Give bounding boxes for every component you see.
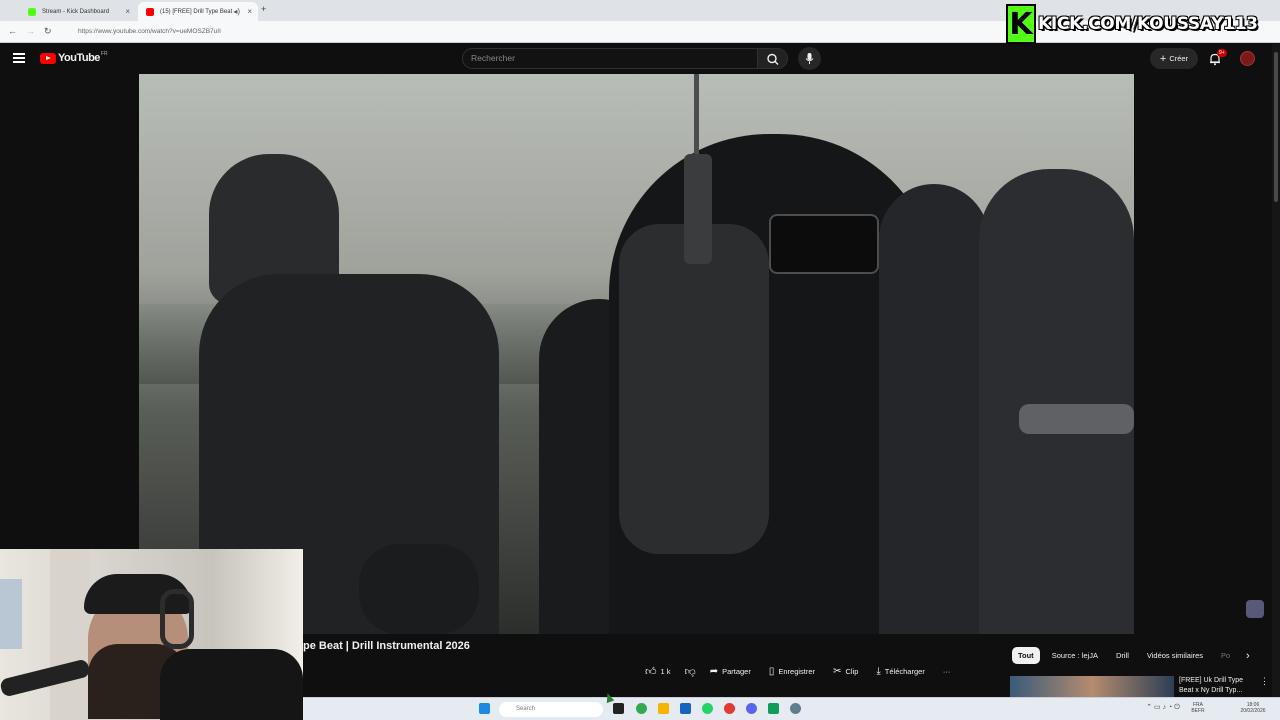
windows-taskbar: Search ⌃ ▭ ♪ ◔ ⏻ FRA BEFR 18:06 20/02/20… bbox=[303, 697, 1280, 720]
clip-label: Clip bbox=[845, 667, 859, 676]
region-code: FR bbox=[100, 51, 108, 57]
download-icon: ⤓ bbox=[876, 666, 881, 677]
clock[interactable]: 18:06 20/02/2026 bbox=[1233, 702, 1273, 714]
download-label: Télécharger bbox=[884, 667, 925, 676]
save-button[interactable]: ▯ Enregistrer bbox=[769, 666, 815, 677]
thumbs-up-icon: 👍︎ bbox=[645, 666, 657, 678]
search-input[interactable]: Rechercher bbox=[462, 48, 758, 69]
url-field[interactable]: https://www.youtube.com/watch?v=ueMOSZB7… bbox=[66, 24, 526, 40]
like-button[interactable]: 👍︎ 1 k bbox=[645, 665, 671, 678]
app-icon[interactable] bbox=[768, 703, 779, 714]
tab-label: (15) [FREE] Drill Type Beat bbox=[160, 8, 233, 15]
tab-kick-dashboard[interactable]: Stream - Kick Dashboard × bbox=[20, 2, 136, 21]
search-button[interactable] bbox=[758, 48, 788, 69]
channel-watermark[interactable] bbox=[1246, 600, 1264, 618]
dislike-button[interactable]: 👎︎ bbox=[685, 665, 696, 678]
account-avatar[interactable] bbox=[1240, 51, 1255, 66]
kick-channel-overlay: K KICK.COM/KOUSSAY113 bbox=[1006, 4, 1276, 44]
chip-drill[interactable]: Drill bbox=[1110, 647, 1135, 664]
scrollbar-thumb[interactable] bbox=[1274, 52, 1278, 202]
logo-on-hoodie bbox=[1019, 404, 1134, 434]
more-actions-button[interactable]: ··· bbox=[943, 667, 951, 676]
chip-more[interactable]: Po bbox=[1215, 647, 1236, 664]
kick-channel-text: KICK.COM/KOUSSAY113 bbox=[1038, 14, 1258, 34]
sunglasses bbox=[769, 214, 879, 274]
opera-icon[interactable] bbox=[724, 703, 735, 714]
tab-youtube-video[interactable]: (15) [FREE] Drill Type Beat ◂) × bbox=[138, 2, 258, 21]
create-label: Créer bbox=[1169, 54, 1189, 63]
whatsapp-icon[interactable] bbox=[702, 703, 713, 714]
speaker-icon[interactable]: ◂) bbox=[233, 7, 240, 16]
scissors-icon: ✂ bbox=[833, 666, 842, 677]
tab-label: Stream - Kick Dashboard bbox=[42, 8, 110, 15]
recommended-menu-icon[interactable]: ⋮ bbox=[1260, 676, 1269, 687]
thumbs-down-icon: 👎︎ bbox=[684, 666, 696, 678]
chip-source[interactable]: Source : lejJA bbox=[1046, 647, 1104, 664]
close-tab-icon[interactable]: × bbox=[125, 7, 130, 16]
chrome-icon[interactable] bbox=[636, 703, 647, 714]
youtube-favicon-icon bbox=[146, 7, 154, 16]
forward-arrow-icon[interactable]: → bbox=[26, 26, 35, 36]
streamer-webcam bbox=[0, 549, 303, 720]
youtube-header: YouTube FR Rechercher + Créer 9+ bbox=[0, 44, 1280, 74]
keyboard-language[interactable]: FRA BEFR bbox=[1187, 702, 1209, 714]
bookmark-icon: ▯ bbox=[768, 666, 775, 677]
youtube-logo-text: YouTube bbox=[58, 52, 100, 64]
chip-similar[interactable]: Vidéos similaires bbox=[1141, 647, 1209, 664]
settings-icon[interactable] bbox=[790, 703, 801, 714]
chips-next-arrow-icon[interactable]: › bbox=[1246, 650, 1250, 662]
back-arrow-icon[interactable]: ← bbox=[8, 26, 17, 36]
background-object bbox=[0, 579, 22, 649]
chip-all[interactable]: Tout bbox=[1012, 647, 1040, 664]
youtube-play-icon bbox=[40, 52, 56, 64]
black-shirt bbox=[160, 649, 303, 720]
clock-date: 20/02/2026 bbox=[1240, 708, 1266, 714]
create-button[interactable]: + Créer bbox=[1150, 48, 1198, 69]
microphone bbox=[684, 154, 712, 264]
gloved-hand bbox=[359, 544, 479, 634]
plus-icon: + bbox=[1159, 52, 1167, 65]
clip-button[interactable]: ✂ Clip bbox=[833, 666, 858, 677]
like-count: 1 k bbox=[660, 667, 671, 676]
save-label: Enregistrer bbox=[778, 667, 816, 676]
video-actions: 👍︎ 1 k 👎︎ ➦ Partager ▯ Enregistrer ✂ Cli… bbox=[645, 662, 950, 681]
video-title: pe Beat | Drill Instrumental 2026 bbox=[303, 640, 470, 652]
hooded-figure-right-back bbox=[879, 184, 989, 634]
share-icon: ➦ bbox=[709, 666, 719, 677]
url-text: https://www.youtube.com/watch?v=ueMOSZB7… bbox=[78, 28, 221, 35]
page-scrollbar[interactable] bbox=[1272, 44, 1280, 700]
reload-icon[interactable]: ↻ bbox=[44, 26, 52, 37]
search-placeholder: Rechercher bbox=[471, 53, 515, 63]
puffer-sleeve bbox=[619, 224, 769, 554]
download-button[interactable]: ⤓ Télécharger bbox=[876, 666, 924, 677]
kick-favicon-icon bbox=[28, 7, 36, 16]
more-dots-icon: ··· bbox=[942, 667, 951, 676]
youtube-logo[interactable]: YouTube FR bbox=[40, 51, 108, 64]
headphones bbox=[160, 589, 194, 649]
kick-logo-icon: K bbox=[1006, 4, 1036, 44]
hooded-figure-right bbox=[979, 169, 1134, 634]
hamburger-menu-icon[interactable] bbox=[13, 53, 25, 63]
window-blind bbox=[50, 549, 90, 720]
discord-icon[interactable] bbox=[746, 703, 757, 714]
close-tab-icon[interactable]: × bbox=[247, 7, 252, 16]
windows-start-icon[interactable] bbox=[479, 703, 490, 714]
layout-code: BEFR bbox=[1191, 708, 1205, 714]
microphone-icon bbox=[805, 53, 814, 64]
notification-count-badge: 9+ bbox=[1217, 49, 1227, 57]
related-filter-chips: Tout Source : lejJA Drill Vidéos similai… bbox=[1012, 647, 1242, 664]
taskbar-search-placeholder: Search bbox=[516, 706, 536, 712]
task-view-icon[interactable] bbox=[613, 703, 624, 714]
voice-search-button[interactable] bbox=[798, 47, 821, 70]
search-icon bbox=[767, 53, 779, 65]
taskbar-search-input[interactable]: Search bbox=[499, 702, 603, 717]
file-explorer-icon[interactable] bbox=[658, 703, 669, 714]
share-label: Partager bbox=[722, 667, 751, 676]
new-tab-button[interactable]: + bbox=[261, 4, 266, 14]
share-button[interactable]: ➦ Partager bbox=[710, 666, 751, 677]
recommended-title[interactable]: [FREE] Uk Drill Type Beat x Ny Drill Typ… bbox=[1179, 676, 1259, 696]
mail-icon[interactable] bbox=[680, 703, 691, 714]
